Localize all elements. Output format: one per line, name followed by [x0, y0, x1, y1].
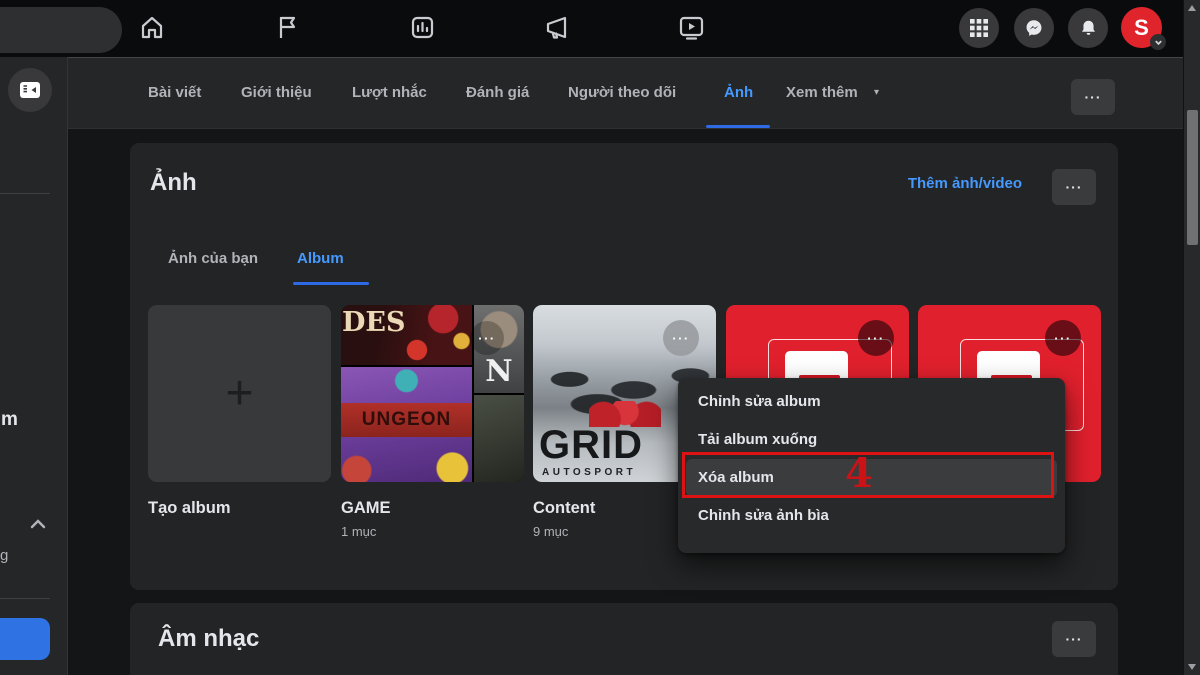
photos-more-button[interactable]: ···	[1052, 169, 1096, 205]
apps-grid-icon	[969, 18, 989, 38]
divider	[0, 598, 50, 599]
sidebar-icon	[15, 75, 45, 105]
album-count: 1 mục	[341, 524, 376, 539]
ellipsis-icon: ···	[478, 331, 496, 346]
album-art-hades: DES	[341, 305, 472, 365]
video-watch-icon[interactable]	[676, 12, 706, 42]
tab-bai-viet[interactable]: Bài viết	[148, 58, 201, 128]
album-count: 9 mục	[533, 524, 568, 539]
album-label[interactable]: GAME	[341, 499, 391, 518]
profile-avatar[interactable]: S	[1121, 7, 1162, 48]
album-label[interactable]: Tạo album	[148, 499, 231, 518]
tab-luot-nhac[interactable]: Lượt nhắc	[352, 58, 427, 128]
album-options-button[interactable]: ···	[663, 320, 699, 356]
notifications-button[interactable]	[1068, 8, 1108, 48]
album-tile-game[interactable]: DES UNGEON N ···	[341, 305, 524, 482]
ad-center-icon[interactable]	[407, 12, 437, 42]
tab-danh-gia[interactable]: Đánh giá	[466, 58, 529, 128]
search-pill[interactable]	[0, 7, 122, 53]
music-more-button[interactable]: ···	[1052, 621, 1096, 657]
chevron-up-icon[interactable]	[30, 517, 46, 535]
vertical-scrollbar[interactable]	[1183, 0, 1200, 675]
ellipsis-icon: ···	[672, 331, 690, 346]
album-options-button[interactable]: ···	[858, 320, 894, 356]
profile-more-button[interactable]: ···	[1071, 79, 1115, 115]
messenger-icon	[1023, 17, 1045, 39]
subtab-your-photos[interactable]: Ảnh của bạn	[168, 233, 258, 285]
tab-nguoi-theo-doi[interactable]: Người theo dõi	[568, 58, 676, 128]
left-rail-partial-text: m	[1, 409, 18, 431]
chevron-down-icon	[1150, 34, 1166, 50]
menu-item-download-album[interactable]: Tải album xuống	[686, 421, 1057, 459]
album-art-misc	[474, 395, 524, 482]
nier-letter: N	[474, 354, 524, 389]
photos-title: Ảnh	[150, 169, 197, 197]
bell-icon	[1078, 18, 1099, 39]
add-photo-video-link[interactable]: Thêm ảnh/video	[908, 175, 1022, 192]
scrollbar-up-arrow[interactable]	[1188, 5, 1196, 11]
plus-icon: +	[225, 370, 253, 418]
profile-tab-strip: Bài viết Giới thiệu Lượt nhắc Đánh giá N…	[68, 57, 1183, 129]
tab-gioi-thieu[interactable]: Giới thiệu	[241, 58, 312, 128]
create-album-tile[interactable]: +	[148, 305, 331, 482]
menu-item-edit-cover[interactable]: Chỉnh sửa ảnh bìa	[686, 497, 1057, 535]
top-navigation-bar: S	[0, 0, 1200, 57]
grid-subtitle-text: AUTOSPORT	[542, 467, 636, 478]
chevron-down-icon: ▾	[874, 58, 879, 128]
ellipsis-icon: ···	[1066, 631, 1083, 647]
active-tab-underline	[706, 125, 770, 128]
album-options-button[interactable]: ···	[470, 321, 504, 355]
facebook-photos-page: S m g Bài viết Giới thiệu Lượt nhắc Đánh…	[0, 0, 1200, 675]
apps-grid-button[interactable]	[959, 8, 999, 48]
avatar-letter: S	[1134, 15, 1149, 41]
album-label[interactable]: Content	[533, 499, 595, 518]
menu-item-edit-album[interactable]: Chỉnh sửa album	[686, 383, 1057, 421]
active-subtab-underline	[293, 282, 369, 285]
pages-flag-icon[interactable]	[272, 12, 302, 42]
megaphone-icon[interactable]	[542, 12, 572, 42]
album-art-gungeon: UNGEON	[341, 367, 472, 482]
scrollbar-thumb[interactable]	[1187, 110, 1198, 245]
music-title: Âm nhạc	[158, 625, 259, 653]
gungeon-banner-text: UNGEON	[341, 403, 472, 437]
ellipsis-icon: ···	[1066, 179, 1083, 195]
tab-anh[interactable]: Ảnh	[724, 58, 753, 128]
left-rail-partial-text-2: g	[0, 547, 8, 564]
album-options-button[interactable]: ···	[1045, 320, 1081, 356]
album-context-menu: Chỉnh sửa album Tải album xuống Xóa albu…	[678, 378, 1065, 553]
ellipsis-icon: ···	[1054, 331, 1072, 346]
ellipsis-icon: ···	[867, 331, 885, 346]
left-rail-blue-button[interactable]	[0, 618, 50, 660]
ellipsis-icon: ···	[1085, 89, 1102, 105]
menu-item-delete-album[interactable]: Xóa album	[686, 459, 1057, 497]
scrollbar-down-arrow[interactable]	[1188, 664, 1196, 670]
music-card: Âm nhạc ···	[130, 603, 1118, 675]
divider	[0, 193, 50, 194]
subtab-album[interactable]: Album	[297, 233, 344, 285]
left-rail: m g	[0, 57, 68, 675]
collapse-sidebar-button[interactable]	[8, 68, 52, 112]
home-icon[interactable]	[137, 12, 167, 42]
hades-title-fragment: DES	[342, 307, 406, 338]
tab-xem-them[interactable]: Xem thêm	[786, 58, 858, 128]
grid-title-text: GRID	[539, 423, 643, 468]
messenger-button[interactable]	[1014, 8, 1054, 48]
